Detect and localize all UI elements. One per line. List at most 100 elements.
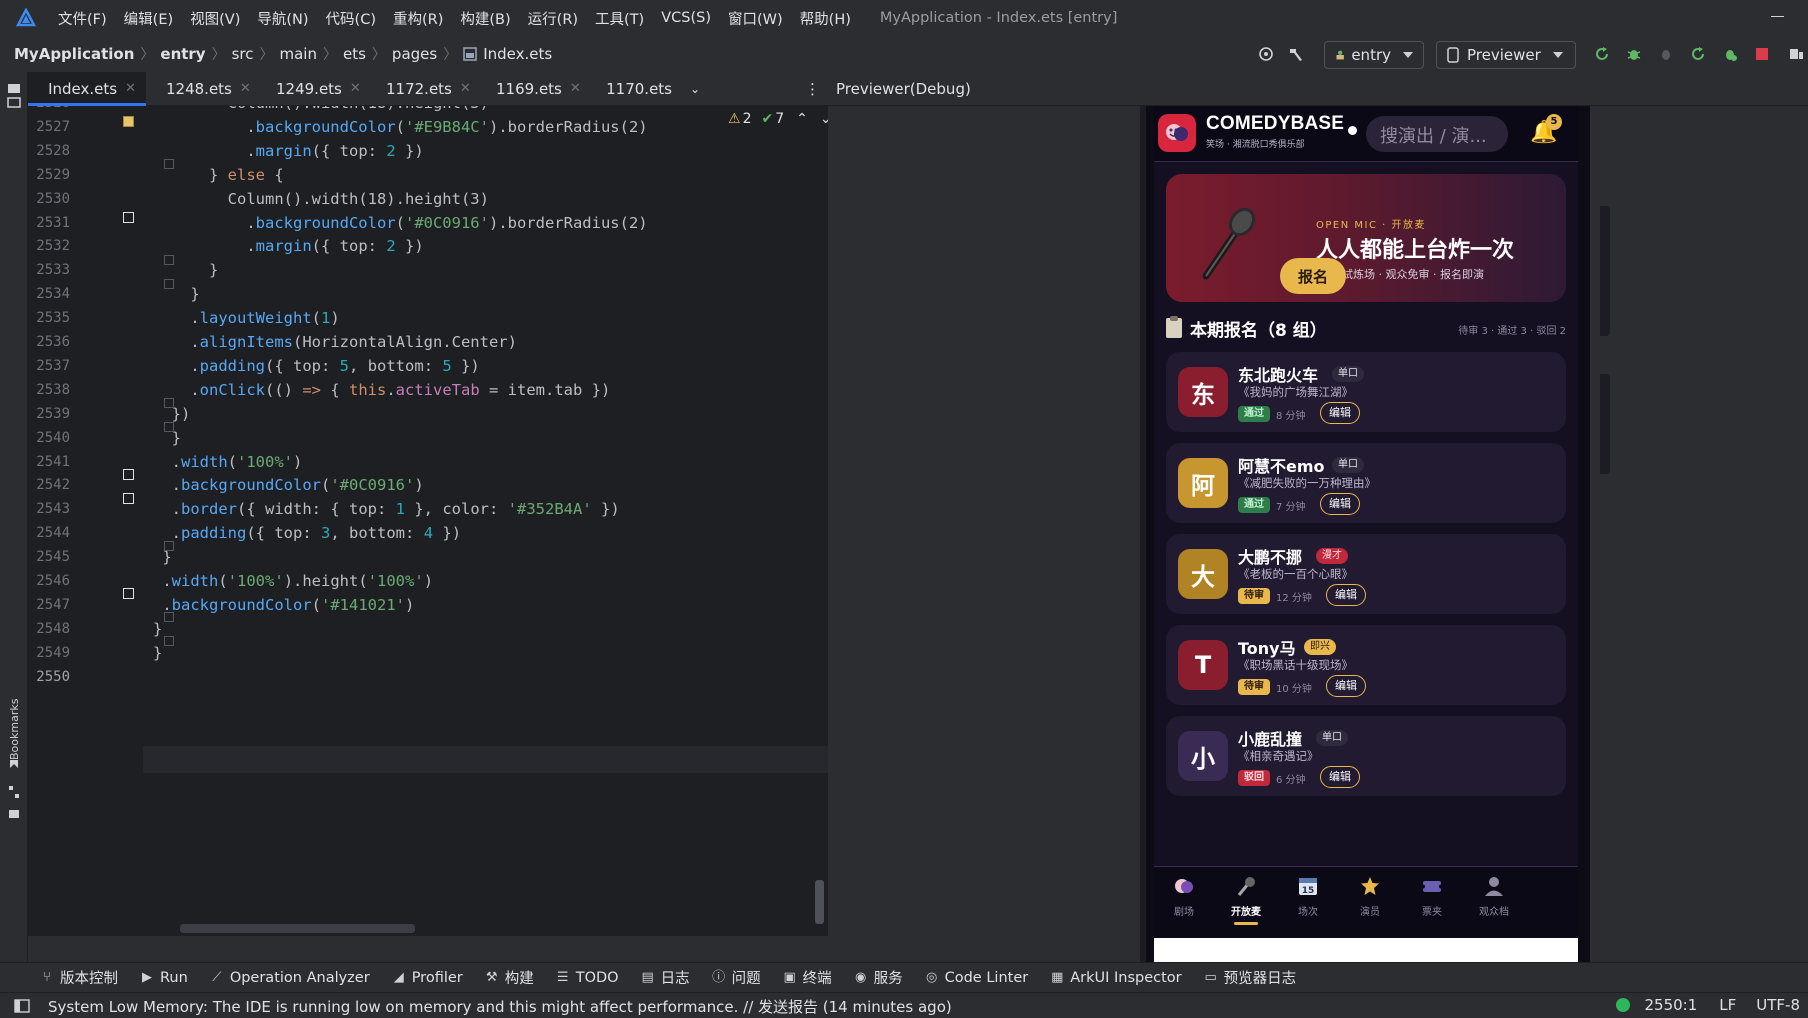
menu-build[interactable]: 构建(B) <box>460 8 510 29</box>
code-line[interactable]: .padding({ top: 5, bottom: 5 }) <box>153 357 479 375</box>
toolwindow-run[interactable]: ▶ Run <box>140 970 188 986</box>
toolwindow-log[interactable]: ▤ 日志 <box>641 967 689 988</box>
toolwindow-terminal[interactable]: ▣ 终端 <box>783 967 831 988</box>
code-line[interactable]: .alignItems(HorizontalAlign.Center) <box>153 333 517 351</box>
code-line[interactable]: .padding({ top: 3, bottom: 4 }) <box>153 524 461 542</box>
list-item[interactable]: T Tony马 即兴 《职场黑话十级现场》 待审 10 分钟 编辑 <box>1166 625 1566 705</box>
code-editor[interactable]: 2526 Column().width(18).height(3) 2527 .b… <box>28 106 828 936</box>
tab-audience[interactable]: 观众档 <box>1464 875 1524 918</box>
tab-schedule[interactable]: 15 场次 <box>1278 875 1338 918</box>
status-message[interactable]: System Low Memory: The IDE is running lo… <box>48 996 952 1017</box>
device-manager-icon[interactable] <box>1784 41 1808 67</box>
menu-edit[interactable]: 编辑(E) <box>124 8 173 29</box>
tab-theater[interactable]: 剧场 <box>1154 875 1214 918</box>
code-line[interactable]: } <box>153 285 199 303</box>
breadcrumb-pages[interactable]: pages <box>392 45 437 63</box>
close-icon[interactable]: ✕ <box>240 81 251 96</box>
fold-marker-icon[interactable] <box>164 279 174 289</box>
list-item[interactable]: 大 大鹏不挪 漫才 《老板的一百个心眼》 待审 12 分钟 编辑 <box>1166 534 1566 614</box>
fold-marker-icon[interactable] <box>164 422 174 432</box>
panel-toggle-icon[interactable] <box>14 998 30 1014</box>
breadcrumb-main[interactable]: main <box>280 45 317 63</box>
fold-marker-icon[interactable] <box>164 398 174 408</box>
code-line[interactable]: } <box>153 261 218 279</box>
code-line[interactable]: .backgroundColor('#E9B84C').borderRadius… <box>153 118 647 136</box>
menu-vcs[interactable]: VCS(S) <box>661 10 711 26</box>
list-item[interactable]: 小 小鹿乱撞 单口 《相亲奇遇记》 驳回 6 分钟 编辑 <box>1166 716 1566 796</box>
color-swatch-icon[interactable] <box>123 588 134 599</box>
reload-icon[interactable] <box>1686 41 1710 67</box>
breadcrumb-src[interactable]: src <box>232 45 254 63</box>
rerun-icon[interactable] <box>1590 41 1614 67</box>
toolwindow-build[interactable]: ⚒ 构建 <box>485 967 534 988</box>
close-icon[interactable]: ✕ <box>125 81 136 96</box>
tab-1248-ets[interactable]: 1248.ets ✕ <box>146 72 256 105</box>
tab-index-ets[interactable]: Index.ets ✕ <box>28 72 146 106</box>
module-selector[interactable]: entry <box>1324 41 1424 69</box>
code-line[interactable]: } <box>153 620 162 638</box>
fold-marker-icon[interactable] <box>164 159 174 169</box>
edit-button[interactable]: 编辑 <box>1326 584 1366 606</box>
menu-window[interactable]: 窗口(W) <box>728 8 783 29</box>
tab-overflow-button[interactable]: ⌄ <box>682 72 708 105</box>
toolwindow-arkui-inspector[interactable]: ▦ ArkUI Inspector <box>1050 970 1182 986</box>
file-encoding[interactable]: UTF-8 <box>1756 996 1800 1014</box>
open-mic-banner[interactable]: OPEN MIC · 开放麦 人人都能上台炸一次 试炼场 · 观众免审 · 报名… <box>1166 174 1566 302</box>
attach-icon[interactable] <box>1654 41 1678 67</box>
close-icon[interactable]: ✕ <box>350 81 361 96</box>
stop-icon[interactable] <box>1750 41 1774 67</box>
list-item[interactable]: 阿 阿慧不emo 单口 《减肥失败的一万种理由》 通过 7 分钟 编辑 <box>1166 443 1566 523</box>
edit-button[interactable]: 编辑 <box>1320 766 1360 788</box>
color-swatch-icon[interactable] <box>123 116 134 127</box>
toolwindow-todo[interactable]: ☰ TODO <box>556 970 619 986</box>
tab-1170-ets[interactable]: 1170.ets <box>586 72 682 105</box>
code-line[interactable]: .backgroundColor('#141021') <box>153 596 414 614</box>
chevron-up-icon[interactable]: ⌃ <box>796 111 808 127</box>
toolwindow-profiler[interactable]: ◢ Profiler <box>392 970 463 986</box>
menu-file[interactable]: 文件(F) <box>58 8 107 29</box>
color-swatch-icon[interactable] <box>123 469 134 480</box>
code-line[interactable]: Column().width(18).height(3) <box>153 190 489 208</box>
breadcrumb-file[interactable]: Index.ets <box>463 45 552 63</box>
tab-1249-ets[interactable]: 1249.ets ✕ <box>256 72 366 105</box>
edit-button[interactable]: 编辑 <box>1326 675 1366 697</box>
device-selector[interactable]: Previewer <box>1436 41 1576 69</box>
toolwindow-operation-analyzer[interactable]: ⟋ Operation Analyzer <box>210 970 369 986</box>
vertical-scrollbar[interactable] <box>815 880 824 924</box>
breadcrumb-module[interactable]: entry <box>160 45 205 63</box>
breadcrumb-ets[interactable]: ets <box>343 45 366 63</box>
debug-reload-icon[interactable] <box>1718 41 1742 67</box>
color-swatch-icon[interactable] <box>123 493 134 504</box>
edit-button[interactable]: 编辑 <box>1320 402 1360 424</box>
fold-marker-icon[interactable] <box>164 612 174 622</box>
tab-performers[interactable]: 演员 <box>1340 875 1400 918</box>
fold-marker-icon[interactable] <box>164 255 174 265</box>
color-swatch-icon[interactable] <box>123 212 134 223</box>
minimize-button[interactable] <box>1771 16 1784 17</box>
signup-button[interactable]: 报名 <box>1280 258 1346 294</box>
edit-button[interactable]: 编辑 <box>1320 493 1360 515</box>
menu-view[interactable]: 视图(V) <box>190 8 240 29</box>
tab-1172-ets[interactable]: 1172.ets ✕ <box>366 72 476 105</box>
code-line[interactable]: .width('100%').height('100%') <box>153 572 433 590</box>
menu-navigate[interactable]: 导航(N) <box>257 8 308 29</box>
menu-tools[interactable]: 工具(T) <box>595 8 644 29</box>
list-item[interactable]: 东 东北跑火车 单口 《我妈的广场舞江湖》 通过 8 分钟 编辑 <box>1166 352 1566 432</box>
debug-icon[interactable] <box>1622 41 1646 67</box>
tab-tickets[interactable]: 票夹 <box>1402 875 1462 918</box>
code-line[interactable]: .layoutWeight(1) <box>153 309 339 327</box>
fold-marker-icon[interactable] <box>164 541 174 551</box>
menu-refactor[interactable]: 重构(R) <box>393 8 443 29</box>
target-icon[interactable] <box>1254 41 1278 67</box>
code-line[interactable]: .width('100%') <box>153 453 303 471</box>
hammer-icon[interactable] <box>1284 41 1308 67</box>
toolwindow-code-linter[interactable]: ◎ Code Linter <box>925 970 1028 986</box>
project-icon[interactable] <box>7 82 21 110</box>
menu-code[interactable]: 代码(C) <box>326 8 376 29</box>
toolwindow-services[interactable]: ◉ 服务 <box>854 967 903 988</box>
close-icon[interactable]: ✕ <box>570 81 581 96</box>
code-line[interactable]: .margin({ top: 2 }) <box>153 142 423 160</box>
bookmarks-icon[interactable]: Bookmarks <box>7 684 21 768</box>
toolwindow-previewer-log[interactable]: ▭ 预览器日志 <box>1204 967 1296 988</box>
cursor-position[interactable]: 2550:1 <box>1644 996 1697 1014</box>
